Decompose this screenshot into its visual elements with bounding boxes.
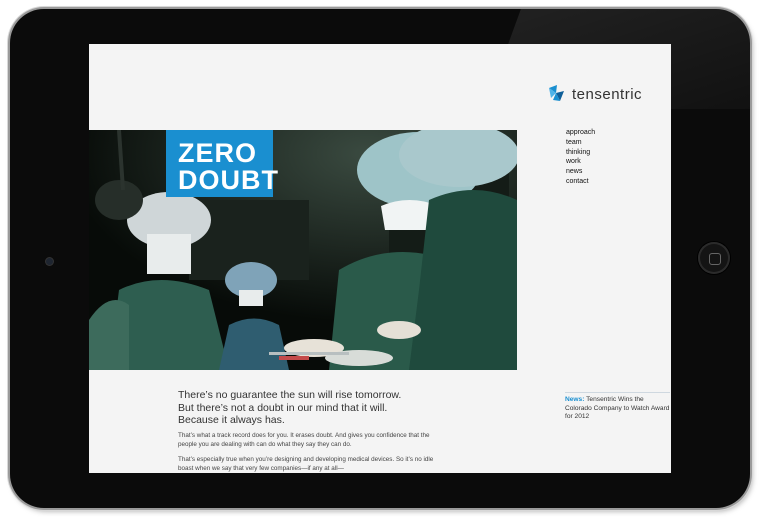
nav-item-approach[interactable]: approach [566,128,595,138]
nav-item-team[interactable]: team [566,138,595,148]
badge-line-1: ZERO [178,138,258,168]
news-label: News: [565,396,585,403]
brand-logo[interactable]: tensentric [547,84,642,104]
home-button-icon [709,253,721,265]
headline-line-1: There’s no guarantee the sun will rise t… [178,389,402,401]
brand-name: tensentric [572,85,643,103]
nav-item-news[interactable]: news [566,167,595,177]
headline-line-2: But there’s not a doubt in our mind that… [178,401,388,414]
hero-image: ZERO DOUBT [89,130,517,370]
web-page: tensentric approach team thinking work n… [89,44,671,473]
nav-item-work[interactable]: work [566,157,595,167]
camera-lens [46,258,53,265]
headline: There’s no guarantee the sun will rise t… [178,389,428,427]
tensentric-logo-icon [549,85,564,101]
nav-item-contact[interactable]: contact [566,177,595,187]
body-paragraph-2: That’s especially true when you’re desig… [178,456,434,472]
news-item[interactable]: News: Tensentric Wins the Colorado Compa… [565,392,670,422]
zero-doubt-badge: ZERO DOUBT [166,130,279,197]
surgeons-photo [89,130,517,370]
headline-line-3: Because it always has. [178,414,285,426]
body-paragraph-1: That’s what a track record does for you.… [178,432,430,448]
main-nav: approach team thinking work news contact [566,128,595,187]
badge-line-2: DOUBT [178,165,279,195]
nav-item-thinking[interactable]: thinking [566,148,595,158]
